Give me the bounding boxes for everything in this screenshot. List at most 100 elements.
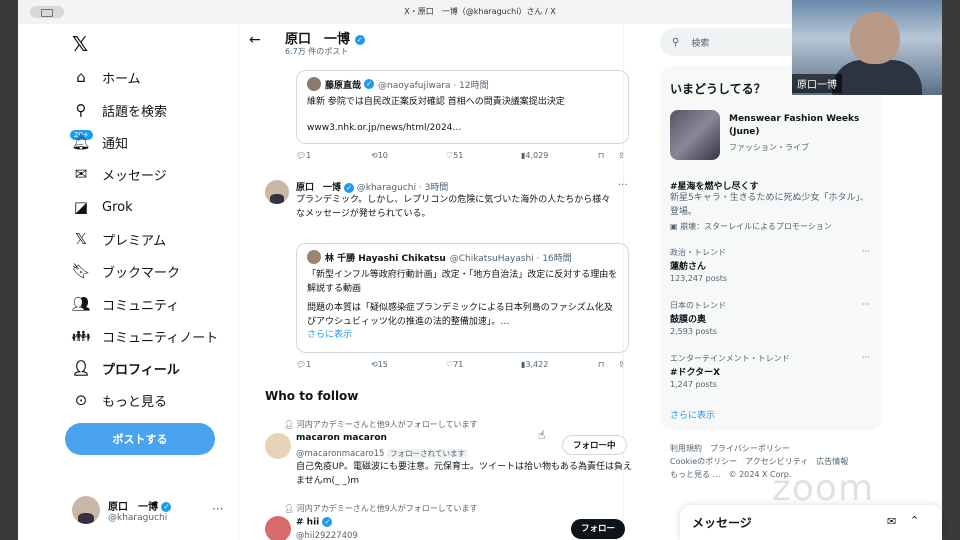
mouse-cursor-icon: ☝	[538, 428, 546, 442]
quote-handle: @naoyafujiwara · 12時間	[378, 80, 489, 91]
promo-title[interactable]: #星海を燃やし尽くす	[670, 179, 759, 192]
trend-name[interactable]: #ドクターX	[670, 365, 720, 378]
avatar	[72, 496, 100, 524]
home-icon: ⌂	[76, 68, 86, 86]
person-body	[832, 60, 922, 95]
tweet-handle[interactable]: @kharaguchi · 3時間	[357, 183, 449, 193]
nav-home[interactable]: ⌂ ホーム	[72, 65, 140, 89]
suggested-name[interactable]: macaron macaron	[296, 433, 387, 443]
reply-button[interactable]: 💬︎ 1	[296, 151, 311, 160]
share-icon[interactable]: ⇪	[618, 360, 625, 369]
tweet-author[interactable]: 原口 一博	[296, 183, 341, 193]
nav-premium[interactable]: 𝕏 プレミアム	[72, 227, 166, 251]
retweet-count: 15	[377, 360, 388, 369]
post-count: 6.7万 件のポスト	[285, 47, 349, 56]
nav-communities[interactable]: 👥︎ コミュニティ	[71, 292, 179, 316]
like-count: 71	[453, 360, 464, 369]
mail-icon: ✉	[74, 165, 88, 183]
share-icon[interactable]: ⇪	[618, 151, 625, 160]
trend-name[interactable]: 鼓膜の奥	[670, 312, 706, 325]
quoted-tweet[interactable]: 藤原直哉 ✓ @naoyafujiwara · 12時間 維新 参院では自民改正…	[296, 70, 629, 144]
quoted-tweet[interactable]: 林 千勝 Hayashi Chikatsu @ChikatsuHayashi ·…	[296, 243, 629, 353]
suggested-name[interactable]: # hii ✓	[296, 517, 333, 528]
like-button[interactable]: ♡ 51	[446, 151, 463, 160]
trend-name[interactable]: 蓮舫さん	[670, 259, 706, 272]
nav-profile[interactable]: 👤︎ プロフィール	[71, 356, 179, 380]
profile-header: ← 原口 一博 ✓ 6.7万 件のポスト	[239, 24, 623, 60]
nav-label: 通知	[102, 136, 129, 152]
reply-count: 1	[306, 360, 312, 369]
ad-icon: ▣	[670, 222, 681, 231]
zoom-watermark: zoom	[772, 468, 875, 509]
account-switcher[interactable]: 原口 一博 ✓ @kharaguchi ···	[72, 496, 223, 524]
who-to-follow-title: Who to follow	[265, 389, 359, 403]
notes-icon: 👪︎	[71, 327, 91, 345]
chevron-up-icon[interactable]: ⌃	[910, 514, 919, 527]
nav-label: コミュニティノート	[102, 330, 219, 346]
nav-label: Grok	[102, 199, 133, 215]
like-button[interactable]: ♡ 71	[446, 360, 463, 369]
search-icon: ⚲	[672, 36, 680, 48]
following-button[interactable]: フォロー中	[562, 435, 627, 455]
quote-text: 「新型インフル等政府行動計画」改定・「地方自治法」改定に反対する理由を解説する動…	[307, 270, 618, 294]
views-button[interactable]: ▮ 4,029	[521, 151, 548, 160]
messages-drawer[interactable]: メッセージ ✉ ⌃	[680, 505, 942, 540]
event-image[interactable]	[670, 110, 720, 160]
nav-messages[interactable]: ✉ メッセージ	[72, 162, 167, 186]
promo-by-text: 崩壊：スターレイルによるプロモーション	[680, 222, 832, 231]
more-dots-icon[interactable]: ···	[212, 502, 223, 516]
sidebar-toggle-icon[interactable]	[30, 6, 64, 18]
more-dots-icon[interactable]: ···	[862, 247, 870, 256]
nav-notifications[interactable]: 🔔︎ 通知	[71, 130, 129, 154]
nav-label: メッセージ	[102, 168, 167, 184]
show-more-link[interactable]: さらに表示	[307, 329, 618, 343]
more-icon: ⊙	[74, 391, 88, 409]
views-count: 3,422	[525, 360, 549, 369]
back-arrow-icon[interactable]: ←	[249, 32, 261, 48]
views-count: 4,029	[525, 151, 549, 160]
avatar	[307, 250, 321, 264]
trend-category: 日本のトレンド	[670, 301, 726, 310]
views-button[interactable]: ▮ 3,422	[521, 360, 548, 369]
footer-links[interactable]: Cookieのポリシー アクセシビリティ 広告情報	[670, 456, 870, 469]
avatar[interactable]	[265, 516, 291, 540]
more-dots-icon[interactable]: ···	[618, 180, 628, 191]
nav-explore[interactable]: ⚲ 話題を検索	[72, 98, 168, 122]
community-icon: 👥︎	[71, 295, 91, 313]
account-name: 原口 一博	[108, 501, 158, 513]
follow-button[interactable]: フォロー	[571, 519, 626, 539]
nav-more[interactable]: ⊙ もっと見る	[72, 388, 167, 412]
follow-context-text: 河内アカデミーさんと他9人がフォローしています	[296, 420, 478, 429]
trend-category: 政治・トレンド	[670, 248, 726, 257]
event-name[interactable]: Menswear Fashion Weeks (June)	[729, 113, 869, 138]
name-text: # hii	[296, 517, 320, 528]
verified-icon: ✓	[343, 182, 354, 193]
bell-icon: 🔔︎	[71, 133, 91, 151]
more-dots-icon[interactable]: ···	[862, 353, 870, 362]
quote-link[interactable]: www3.nhk.or.jp/news/html/2024…	[307, 122, 618, 136]
x-logo-icon[interactable]: 𝕏	[72, 32, 88, 56]
tweet-header: 原口 一博 ✓ @kharaguchi · 3時間	[296, 180, 448, 193]
compose-message-icon[interactable]: ✉	[887, 515, 896, 528]
verified-icon: ✓	[364, 79, 375, 89]
bookmark-icon[interactable]: ⊓	[598, 151, 604, 160]
post-button[interactable]: ポストする	[65, 423, 215, 455]
quote-text: 維新 参院では自民改正案反対確認 首相への問責決議案提出決定	[307, 97, 565, 107]
avatar[interactable]	[265, 433, 291, 459]
reply-button[interactable]: 💬︎ 1	[296, 360, 311, 369]
account-handle: @kharaguchi	[108, 512, 168, 523]
bookmark-icon[interactable]: ⊓	[598, 360, 604, 369]
reply-count: 1	[306, 151, 312, 160]
nav-community-notes[interactable]: 👪︎ コミュニティノート	[71, 324, 219, 348]
footer-links[interactable]: 利用規約 プライバシーポリシー	[670, 443, 870, 456]
retweet-button[interactable]: ⟲ 15	[371, 360, 388, 369]
video-tile: 原口一博	[792, 0, 942, 95]
nav-grok[interactable]: ◪ Grok	[72, 195, 133, 219]
x-icon: 𝕏	[74, 230, 88, 248]
show-more-link[interactable]: さらに表示	[670, 408, 715, 421]
trend-category: エンターテインメント・トレンド	[670, 354, 790, 363]
retweet-button[interactable]: ⟲ 10	[371, 151, 388, 160]
nav-bookmarks[interactable]: 🔖︎ ブックマーク	[71, 259, 180, 283]
avatar[interactable]	[265, 180, 289, 204]
more-dots-icon[interactable]: ···	[862, 300, 870, 309]
